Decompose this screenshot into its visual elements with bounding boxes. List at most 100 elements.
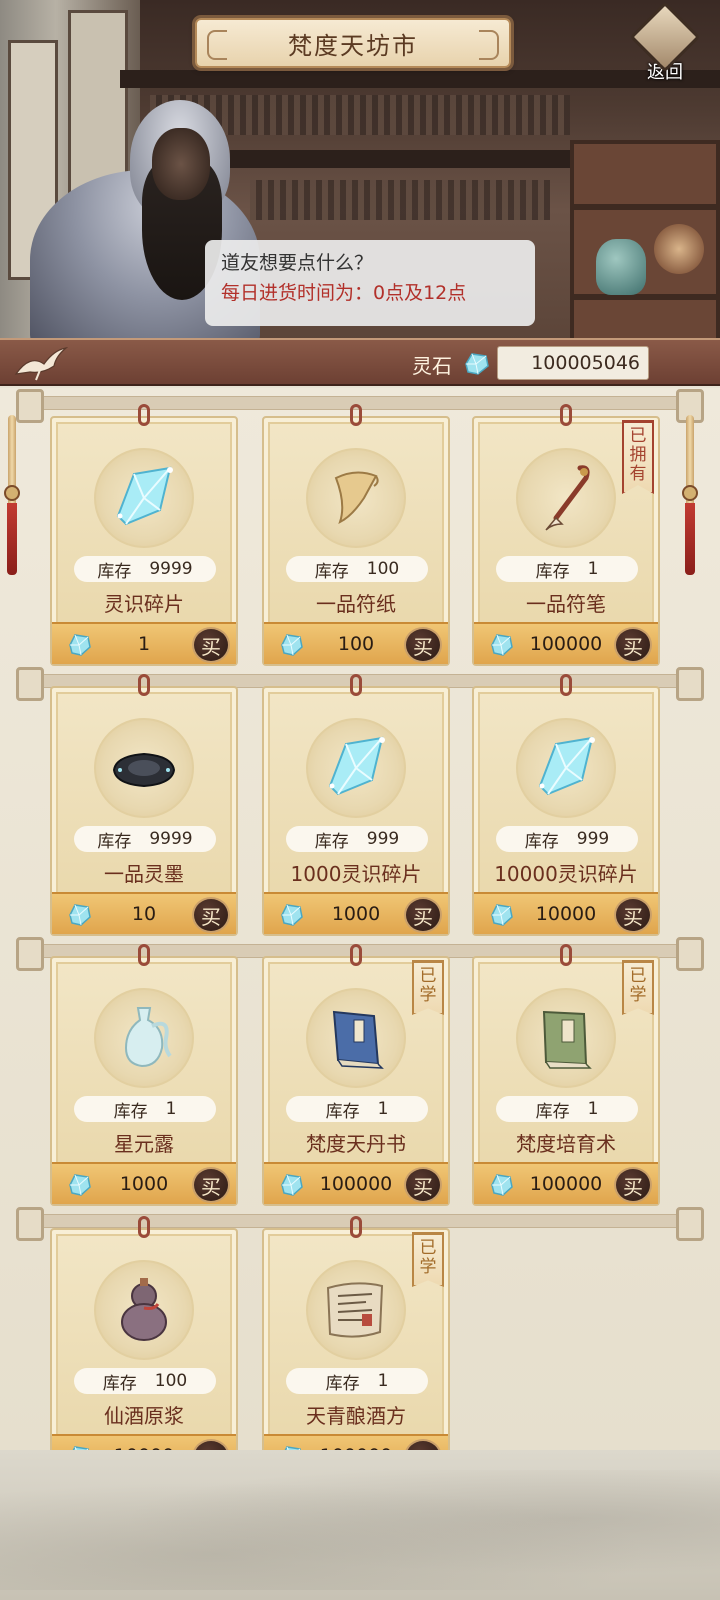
stock-label: 库存: [325, 1373, 360, 1394]
stock-count: 9999: [149, 559, 193, 579]
spirit-stone-icon: [491, 634, 513, 656]
page-title-text: 梵度天坊市: [288, 31, 418, 60]
buy-button[interactable]: 买: [404, 1167, 442, 1203]
buy-button[interactable]: 买: [614, 627, 652, 663]
item-price-bar: 100000 买: [474, 622, 658, 664]
item-name: 一品灵墨: [104, 862, 184, 886]
owned-tag: 已拥有: [622, 420, 654, 494]
item-name: 梵度培育术: [516, 1132, 616, 1156]
stock-count: 100: [366, 559, 400, 579]
shop-item-card[interactable]: 库存 9999 一品灵墨 10 买: [50, 674, 238, 936]
ink-stone-icon: [94, 718, 194, 818]
buy-button[interactable]: 买: [192, 897, 230, 933]
page-title: 梵度天坊市: [195, 18, 511, 68]
stock-label: 库存: [113, 1101, 148, 1122]
item-name: 一品符笔: [526, 592, 606, 616]
talisman-brush-icon: [516, 448, 616, 548]
stock-count: 9999: [149, 829, 193, 849]
shop-item-card[interactable]: 库存 9999 灵识碎片 1 买: [50, 404, 238, 666]
dialog-restock-time: 每日进货时间为：0点及12点: [221, 282, 467, 304]
item-price: 1000: [119, 1173, 169, 1195]
stock-label: 库存: [325, 1101, 360, 1122]
hanging-hook: [138, 1216, 150, 1238]
hanging-hook: [138, 674, 150, 696]
item-stock: 库存 1: [496, 556, 638, 582]
hanging-hook: [138, 404, 150, 426]
stock-count: 1: [587, 1099, 599, 1119]
hanging-hook: [350, 1216, 362, 1238]
hanging-hook: [560, 944, 572, 966]
item-stock: 库存 1: [74, 1096, 216, 1122]
stock-count: 999: [576, 829, 610, 849]
item-name: 灵识碎片: [104, 592, 184, 616]
item-stock: 库存 999: [286, 826, 428, 852]
buy-button[interactable]: 买: [614, 897, 652, 933]
learned-tag: 已学: [412, 960, 444, 1015]
item-stock: 库存 100: [286, 556, 428, 582]
shop-item-card[interactable]: 库存 100 仙酒原浆 10000 买: [50, 1216, 238, 1450]
learned-tag: 已学: [622, 960, 654, 1015]
item-name: 仙酒原浆: [104, 1404, 184, 1428]
spirit-stone-icon: [69, 904, 91, 926]
buy-button[interactable]: 买: [614, 1167, 652, 1203]
item-name: 一品符纸: [316, 592, 396, 616]
item-price-bar: 1000 买: [52, 1162, 236, 1204]
right-hanging-scroll: [682, 415, 698, 575]
buy-button[interactable]: 买: [192, 1439, 230, 1450]
item-price-bar: 100000 买: [264, 1434, 448, 1450]
spirit-stone-icon: [69, 1174, 91, 1196]
stock-label: 库存: [97, 831, 132, 852]
item-price: 100: [337, 633, 375, 655]
wine-gourd-icon: [94, 1260, 194, 1360]
buy-button[interactable]: 买: [192, 1167, 230, 1203]
crane-icon: [14, 347, 69, 381]
item-name: 1000灵识碎片: [290, 862, 422, 886]
currency-bar: 灵石 100005046: [0, 338, 720, 386]
buy-button[interactable]: 买: [404, 897, 442, 933]
item-name: 星元露: [114, 1132, 174, 1156]
hanging-hook: [350, 674, 362, 696]
item-price-bar: 1 买: [52, 622, 236, 664]
item-name: 天青酿酒方: [306, 1404, 406, 1428]
blue-book-icon: [306, 988, 406, 1088]
item-stock: 库存 9999: [74, 826, 216, 852]
recipe-scroll-icon: [306, 1260, 406, 1360]
shop-item-card[interactable]: 已拥有 库存 1 一品符笔 100000 买: [472, 404, 660, 666]
shop-item-card[interactable]: 已学 库存 1 天青酿酒方 100000 买: [262, 1216, 450, 1450]
vase-icon: [596, 239, 646, 295]
shop-item-card[interactable]: 库存 100 一品符纸 100 买: [262, 404, 450, 666]
item-stock: 库存 1: [286, 1096, 428, 1122]
hanging-hook: [560, 404, 572, 426]
jade-vase-icon: [94, 988, 194, 1088]
dialog-greeting: 道友想要点什么？: [221, 252, 374, 274]
shop-item-card[interactable]: 库存 999 1000灵识碎片 1000 买: [262, 674, 450, 936]
item-name: 10000灵识碎片: [494, 862, 638, 886]
shop-item-card[interactable]: 已学 库存 1 梵度培育术 100000 买: [472, 944, 660, 1206]
spirit-stone-icon: [491, 1174, 513, 1196]
currency-value: 100005046: [497, 346, 649, 380]
item-stock: 库存 9999: [74, 556, 216, 582]
stock-count: 1: [377, 1099, 389, 1119]
item-price-bar: 10 买: [52, 892, 236, 934]
antique-shelf: [570, 140, 720, 350]
hanging-hook: [350, 944, 362, 966]
buy-button[interactable]: 买: [404, 627, 442, 663]
npc-dialog: 道友想要点什么？ 每日进货时间为：0点及12点: [205, 240, 535, 326]
left-hanging-scroll: [4, 415, 20, 575]
shop-item-card[interactable]: 库存 1 星元露 1000 买: [50, 944, 238, 1206]
hanging-hook: [350, 404, 362, 426]
stock-count: 1: [165, 1099, 177, 1119]
stock-label: 库存: [314, 831, 349, 852]
hanging-hook: [138, 944, 150, 966]
buy-button[interactable]: 买: [404, 1439, 442, 1450]
shop-item-card[interactable]: 库存 999 10000灵识碎片 10000 买: [472, 674, 660, 936]
back-button[interactable]: 返回: [629, 1, 701, 84]
stock-count: 1: [377, 1371, 389, 1391]
item-name: 梵度天丹书: [306, 1132, 406, 1156]
item-price-bar: 1000 买: [264, 892, 448, 934]
currency-label: 灵石: [412, 354, 452, 378]
shop-grid: 库存 9999 灵识碎片 1 买 库存 100 一品符纸 100 买 已拥有 库…: [0, 388, 720, 1450]
shop-item-card[interactable]: 已学 库存 1 梵度天丹书 100000 买: [262, 944, 450, 1206]
buy-button[interactable]: 买: [192, 627, 230, 663]
stock-count: 100: [154, 1371, 188, 1391]
